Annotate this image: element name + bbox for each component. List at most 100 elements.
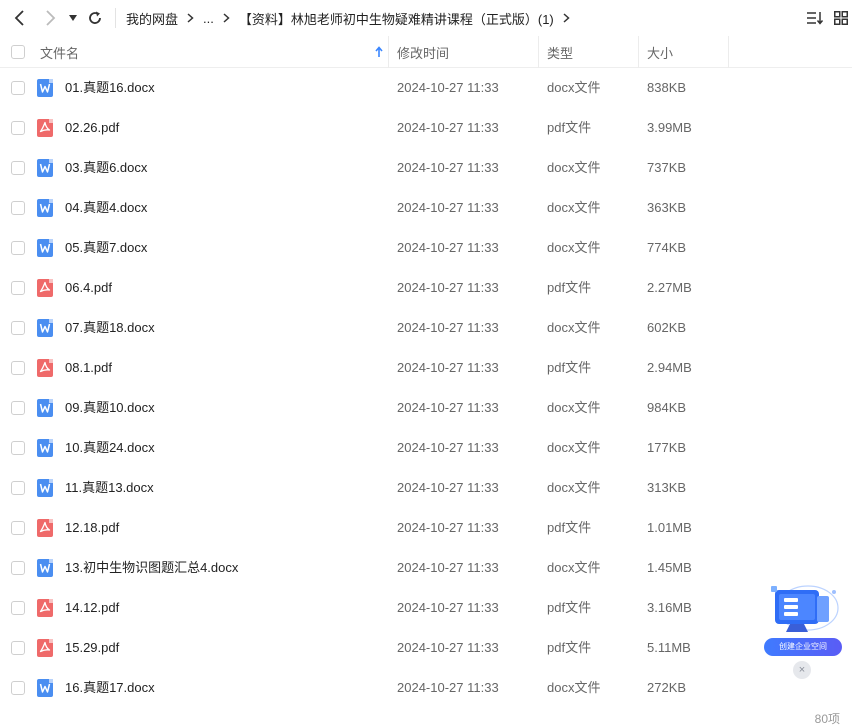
row-checkbox[interactable] [11,201,25,215]
file-name[interactable]: 14.12.pdf [65,588,119,628]
table-row[interactable]: 11.真题13.docx 2024-10-27 11:33 docx文件 313KB [0,468,852,508]
table-row[interactable]: 05.真题7.docx 2024-10-27 11:33 docx文件 774KB [0,228,852,268]
file-size: 313KB [647,480,687,495]
pdf-file-icon [37,639,53,657]
row-checkbox[interactable] [11,321,25,335]
column-divider[interactable] [538,36,539,68]
row-checkbox[interactable] [11,601,25,615]
modified-time: 2024-10-27 11:33 [397,600,499,615]
table-row[interactable]: 06.4.pdf 2024-10-27 11:33 pdf文件 2.27MB [0,268,852,308]
table-row[interactable]: 08.1.pdf 2024-10-27 11:33 pdf文件 2.94MB [0,348,852,388]
modified-time: 2024-10-27 11:33 [397,560,499,575]
modified-time: 2024-10-27 11:33 [397,360,499,375]
table-row[interactable]: 01.真题16.docx 2024-10-27 11:33 docx文件 838KB [0,68,852,108]
column-header-name[interactable]: 文件名 [40,36,79,68]
breadcrumb-current-folder[interactable]: 【资料】林旭老师初中生物疑难精讲课程（正式版）(1) [239,9,554,28]
row-checkbox[interactable] [11,641,25,655]
file-name[interactable]: 12.18.pdf [65,508,119,548]
file-name[interactable]: 06.4.pdf [65,268,112,308]
modified-time: 2024-10-27 11:33 [397,440,499,455]
column-header-size[interactable]: 大小 [647,36,673,68]
row-checkbox[interactable] [11,521,25,535]
file-name[interactable]: 08.1.pdf [65,348,112,388]
file-name[interactable]: 02.26.pdf [65,108,119,148]
table-row[interactable]: 14.12.pdf 2024-10-27 11:33 pdf文件 3.16MB [0,588,852,628]
table-row[interactable]: 03.真题6.docx 2024-10-27 11:33 docx文件 737KB [0,148,852,188]
create-enterprise-space-button[interactable]: 创建企业空间 [764,638,842,656]
table-row[interactable]: 10.真题24.docx 2024-10-27 11:33 docx文件 177KB [0,428,852,468]
table-row[interactable]: 12.18.pdf 2024-10-27 11:33 pdf文件 1.01MB [0,508,852,548]
modified-time: 2024-10-27 11:33 [397,200,499,215]
file-name[interactable]: 15.29.pdf [65,628,119,668]
scrollbar[interactable] [848,68,852,708]
promo-close-button[interactable]: × [793,661,811,679]
word-file-icon [37,79,53,97]
select-all-cell [11,36,25,68]
row-checkbox[interactable] [11,681,25,695]
chevron-right-icon [46,10,56,26]
row-checkbox[interactable] [11,561,25,575]
file-name[interactable]: 16.真题17.docx [65,668,155,708]
table-row[interactable]: 13.初中生物识图题汇总4.docx 2024-10-27 11:33 docx文件… [0,548,852,588]
file-type: docx文件 [547,80,601,95]
enterprise-space-promo[interactable]: 创建企业空间 [762,582,844,660]
word-file-icon [37,319,53,337]
file-type: docx文件 [547,480,601,495]
breadcrumb-chevron-icon [223,11,230,26]
file-size: 1.01MB [647,520,692,535]
row-checkbox[interactable] [11,281,25,295]
column-header-type[interactable]: 类型 [547,36,573,68]
column-divider[interactable] [728,36,729,68]
breadcrumb-ellipsis[interactable]: ... [203,11,214,26]
word-file-icon [37,159,53,177]
column-divider[interactable] [388,36,389,68]
sort-list-icon [807,12,824,25]
file-name[interactable]: 11.真题13.docx [65,468,154,508]
file-size: 774KB [647,240,687,255]
file-list: 01.真题16.docx 2024-10-27 11:33 docx文件 838KB 0… [0,68,852,708]
select-all-checkbox[interactable] [11,45,25,59]
modified-time: 2024-10-27 11:33 [397,520,499,535]
row-checkbox[interactable] [11,241,25,255]
nav-divider [115,8,116,28]
row-checkbox[interactable] [11,81,25,95]
row-checkbox[interactable] [11,161,25,175]
file-size: 363KB [647,200,687,215]
file-name[interactable]: 04.真题4.docx [65,188,147,228]
modified-time: 2024-10-27 11:33 [397,160,499,175]
row-checkbox[interactable] [11,441,25,455]
breadcrumb-root[interactable]: 我的网盘 [126,9,178,28]
table-row[interactable]: 09.真题10.docx 2024-10-27 11:33 docx文件 984KB [0,388,852,428]
file-name[interactable]: 09.真题10.docx [65,388,155,428]
row-checkbox[interactable] [11,121,25,135]
file-type: docx文件 [547,680,601,695]
file-name[interactable]: 03.真题6.docx [65,148,147,188]
file-name[interactable]: 01.真题16.docx [65,68,155,108]
file-name[interactable]: 05.真题7.docx [65,228,147,268]
table-row[interactable]: 15.29.pdf 2024-10-27 11:33 pdf文件 5.11MB [0,628,852,668]
sort-button[interactable] [803,6,827,30]
table-row[interactable]: 04.真题4.docx 2024-10-27 11:33 docx文件 363KB [0,188,852,228]
table-row[interactable]: 07.真题18.docx 2024-10-27 11:33 docx文件 602KB [0,308,852,348]
row-checkbox[interactable] [11,401,25,415]
file-name[interactable]: 13.初中生物识图题汇总4.docx [65,548,238,588]
word-file-icon [37,239,53,257]
back-button[interactable] [8,6,32,30]
file-name[interactable]: 10.真题24.docx [65,428,155,468]
forward-button[interactable] [38,6,62,30]
table-row[interactable]: 02.26.pdf 2024-10-27 11:33 pdf文件 3.99MB [0,108,852,148]
row-checkbox[interactable] [11,361,25,375]
pdf-file-icon [37,599,53,617]
column-header-modified[interactable]: 修改时间 [397,36,449,68]
refresh-button[interactable] [83,6,107,30]
row-checkbox[interactable] [11,481,25,495]
file-name[interactable]: 07.真题18.docx [65,308,155,348]
pdf-file-icon [37,279,53,297]
table-row[interactable]: 16.真题17.docx 2024-10-27 11:33 docx文件 272KB [0,668,852,708]
file-size: 3.16MB [647,600,692,615]
file-size: 272KB [647,680,687,695]
column-divider[interactable] [638,36,639,68]
history-dropdown-button[interactable] [64,6,82,30]
grid-view-button[interactable] [829,6,852,30]
file-size: 3.99MB [647,120,692,135]
